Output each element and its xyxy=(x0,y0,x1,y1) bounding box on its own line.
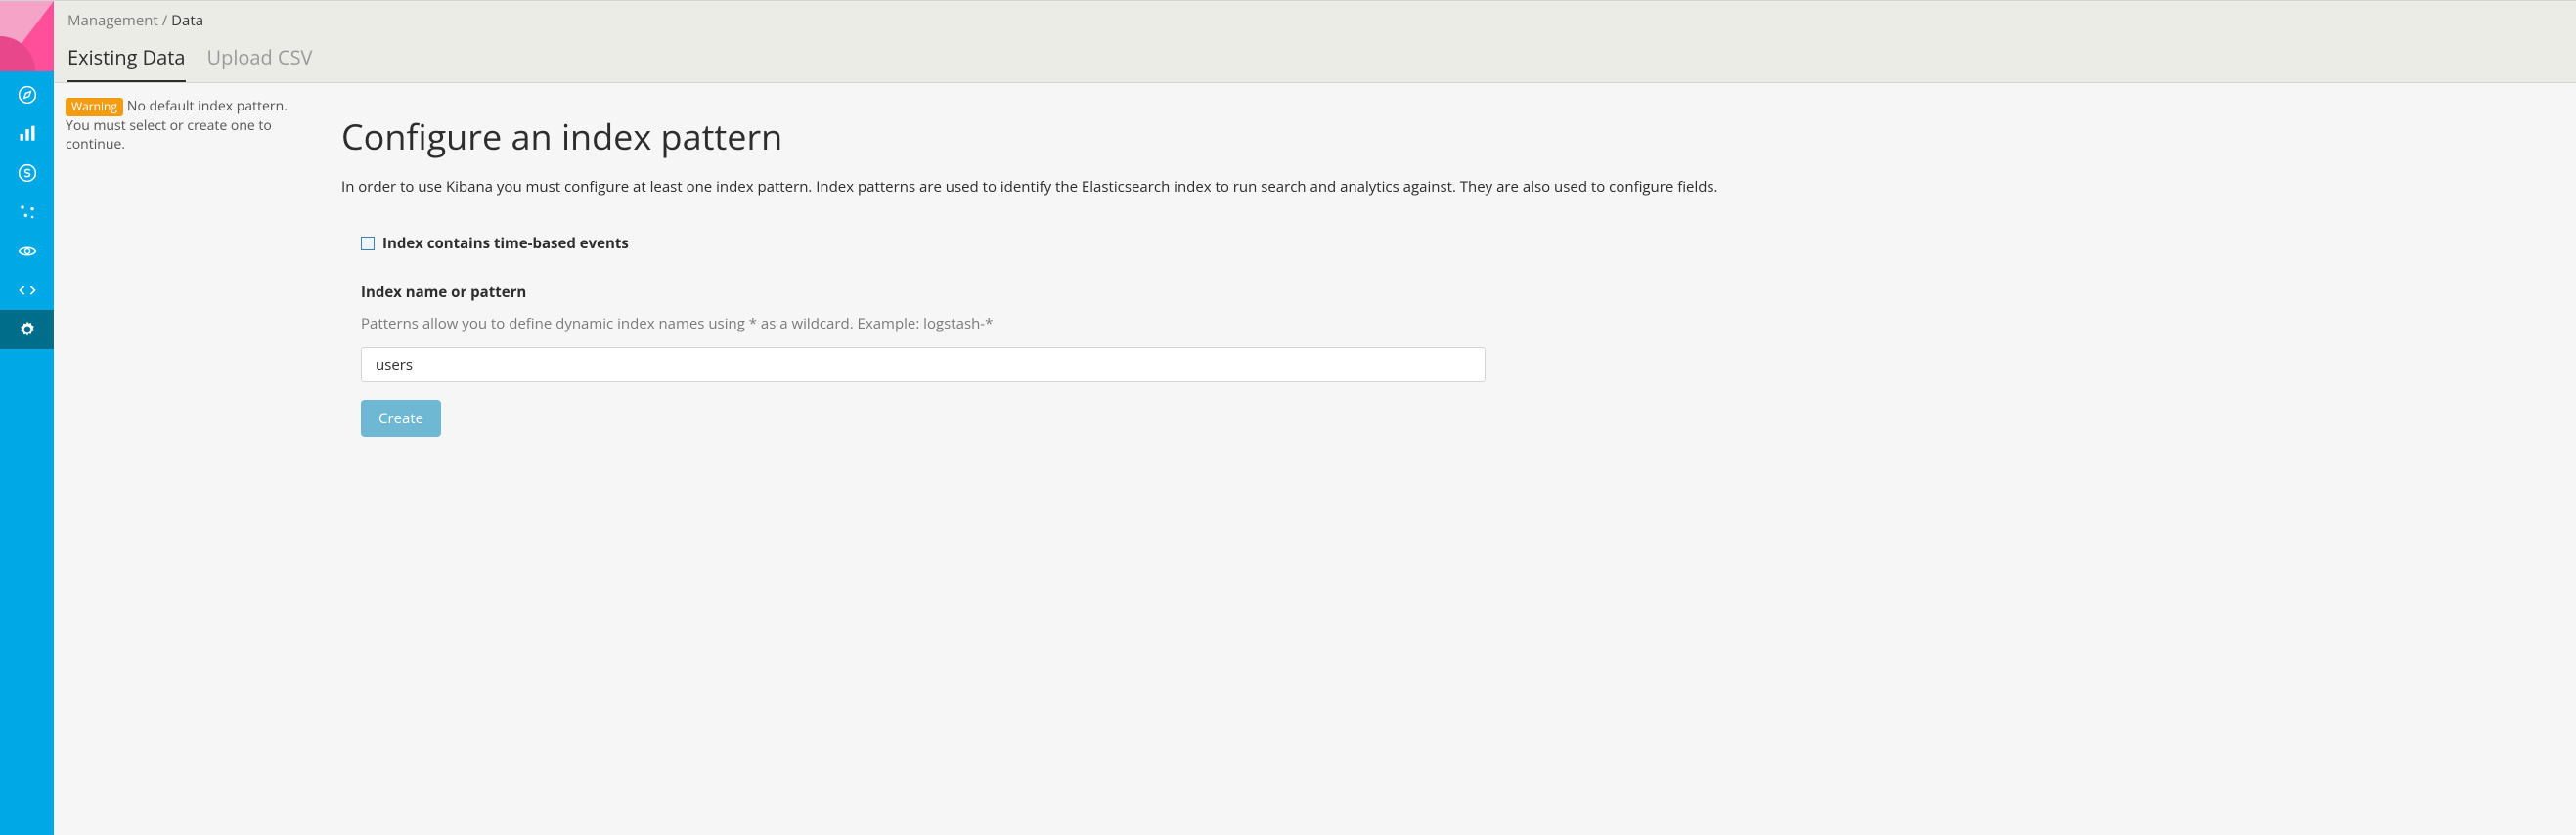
nav-visualize[interactable] xyxy=(0,114,54,154)
sidebar xyxy=(0,1,54,835)
page-description: In order to use Kibana you must configur… xyxy=(341,176,2493,198)
bar-chart-icon xyxy=(18,124,37,144)
tab-upload-csv[interactable]: Upload CSV xyxy=(207,40,313,82)
warning-badge: Warning xyxy=(66,98,123,116)
content-row: WarningNo default index pattern. You mus… xyxy=(54,83,2576,835)
create-button[interactable]: Create xyxy=(361,400,441,437)
nav-management[interactable] xyxy=(0,310,54,349)
eye-icon xyxy=(18,242,37,261)
tabs: Existing Data Upload CSV xyxy=(67,40,2562,82)
time-based-checkbox-label: Index contains time-based events xyxy=(382,234,629,253)
page-title: Configure an index pattern xyxy=(341,112,2551,160)
index-name-label: Index name or pattern xyxy=(361,283,2551,302)
nav-sense[interactable] xyxy=(0,232,54,271)
nav-dashboard[interactable] xyxy=(0,154,54,193)
main-panel: Configure an index pattern In order to u… xyxy=(316,83,2576,835)
breadcrumb-separator: / xyxy=(162,11,168,30)
circle-s-icon xyxy=(18,163,37,183)
nav-devtools[interactable] xyxy=(0,271,54,310)
kibana-logo[interactable] xyxy=(0,1,54,71)
sparkles-icon xyxy=(18,202,37,222)
time-based-checkbox[interactable] xyxy=(361,237,375,250)
breadcrumb-current: Data xyxy=(171,11,203,30)
main-area: Management / Data Existing Data Upload C… xyxy=(54,1,2576,835)
left-panel: WarningNo default index pattern. You mus… xyxy=(54,83,316,835)
nav-items xyxy=(0,71,54,835)
nav-discover[interactable] xyxy=(0,75,54,114)
code-icon xyxy=(18,281,37,300)
time-based-checkbox-row: Index contains time-based events xyxy=(361,234,2551,253)
warning-box: WarningNo default index pattern. You mus… xyxy=(66,97,304,154)
tab-existing-data[interactable]: Existing Data xyxy=(67,40,186,82)
header: Management / Data Existing Data Upload C… xyxy=(54,1,2576,83)
breadcrumb: Management / Data xyxy=(67,1,2562,36)
index-name-input[interactable] xyxy=(361,347,1486,382)
compass-icon xyxy=(18,85,37,105)
index-name-help: Patterns allow you to define dynamic ind… xyxy=(361,314,2551,333)
form-section: Index contains time-based events Index n… xyxy=(341,234,2551,437)
breadcrumb-parent[interactable]: Management xyxy=(67,11,158,30)
gear-icon xyxy=(18,320,37,339)
nav-timelion[interactable] xyxy=(0,193,54,232)
